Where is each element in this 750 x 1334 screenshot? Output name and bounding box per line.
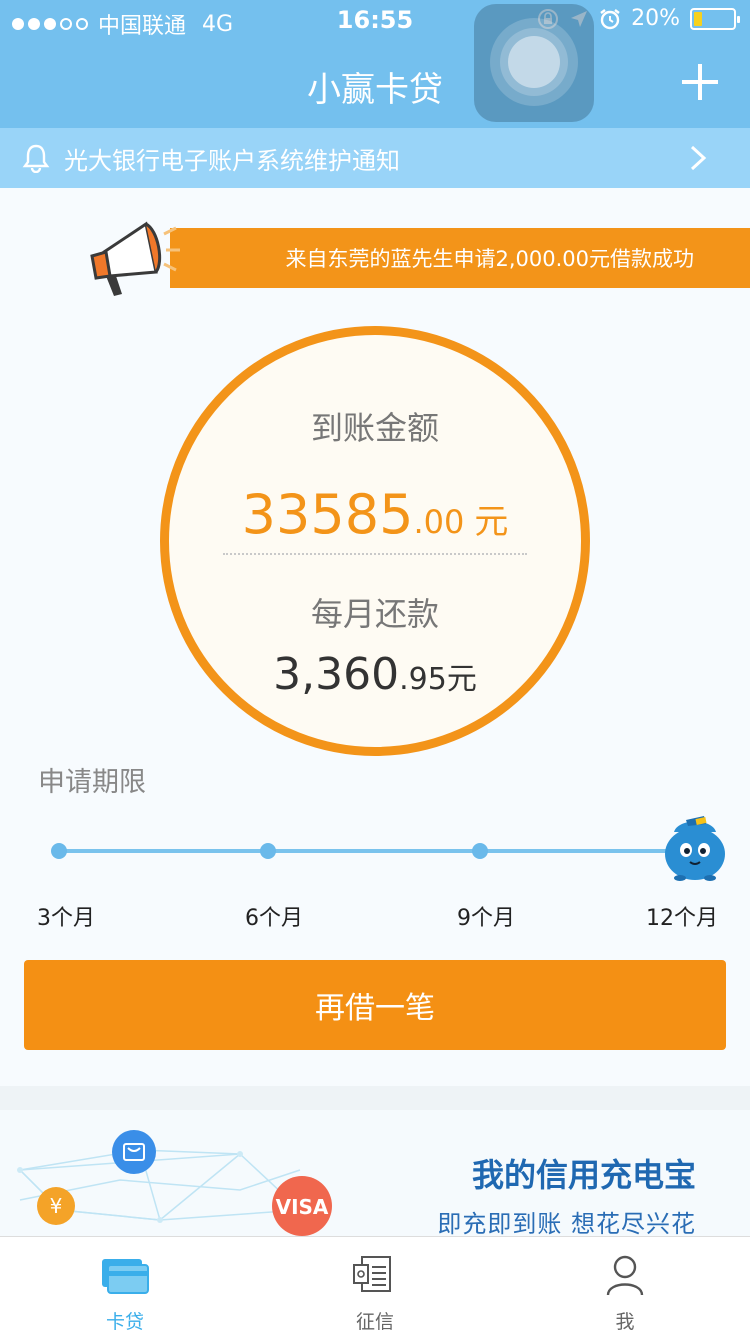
loan-card: 来自东莞的蓝先生申请2,000.00元借款成功 到账金额 33585.00 元 每…: [0, 188, 750, 1086]
assistive-touch-button[interactable]: [474, 4, 594, 122]
term-stop-3[interactable]: [51, 843, 67, 859]
battery-icon: [690, 7, 740, 30]
term-option-label[interactable]: 6个月: [224, 900, 324, 932]
battery-percent: 20%: [631, 6, 680, 31]
svg-text:VISA: VISA: [276, 1195, 329, 1219]
term-option-label[interactable]: 3个月: [16, 900, 116, 932]
tab-card-loan[interactable]: 卡贷: [0, 1237, 250, 1334]
term-label: 申请期限: [38, 767, 146, 798]
term-option-label[interactable]: 9个月: [436, 900, 536, 932]
borrow-again-button[interactable]: 再借一笔: [24, 960, 726, 1050]
promo-banner[interactable]: ¥ VISA 我的信用充电宝 即充即到账 想花尽兴花: [0, 1110, 750, 1238]
term-stop-6[interactable]: [260, 843, 276, 859]
app-header: 中国联通 4G 16:55 20% 小赢卡贷: [0, 0, 750, 128]
alarm-icon: [600, 8, 620, 29]
arrival-amount-unit: 元: [474, 502, 509, 542]
status-bar: 中国联通 4G 16:55 20%: [0, 0, 750, 40]
monthly-repayment: 3,360.95元: [169, 649, 581, 700]
tab-credit-report[interactable]: 征信: [250, 1237, 500, 1334]
person-icon: [606, 1255, 644, 1296]
arrival-amount-decimal: .00: [413, 503, 465, 541]
term-slider-track[interactable]: [58, 849, 694, 853]
visa-card-icon: VISA: [272, 1176, 332, 1236]
monthly-repayment-unit: 元: [446, 662, 477, 697]
notice-bar[interactable]: 光大银行电子账户系统维护通知: [0, 128, 750, 188]
tab-me[interactable]: 我: [500, 1237, 750, 1334]
chevron-right-icon: [690, 145, 707, 171]
term-option-label-selected[interactable]: 12个月: [632, 900, 732, 932]
bell-icon: [22, 144, 50, 173]
promo-subtitle: 即充即到账 想花尽兴花: [437, 1210, 696, 1238]
arrival-amount-label: 到账金额: [310, 409, 439, 447]
megaphone-icon: [90, 221, 180, 296]
page-title: 小赢卡贷: [307, 70, 443, 110]
term-slider-knob-mascot-icon[interactable]: [660, 810, 730, 882]
tab-label: 我: [615, 1311, 635, 1333]
tab-bar: 卡贷 征信 我: [0, 1236, 750, 1334]
amount-divider: [223, 553, 527, 555]
loan-broadcast-banner: 来自东莞的蓝先生申请2,000.00元借款成功: [170, 228, 750, 288]
monthly-repayment-integer: 3,360: [273, 649, 400, 700]
promo-title: 我的信用充电宝: [471, 1156, 696, 1194]
card-icon: [102, 1259, 149, 1294]
monthly-repayment-decimal: .95: [399, 662, 447, 697]
broadcast-text: 来自东莞的蓝先生申请2,000.00元借款成功: [285, 247, 694, 271]
yuan-coin-icon: ¥: [37, 1187, 75, 1225]
svg-text:¥: ¥: [50, 1194, 63, 1218]
tab-label: 征信: [355, 1311, 394, 1333]
loan-amount-circle: 到账金额 33585.00 元 每月还款 3,360.95元: [160, 326, 590, 756]
network-decoration: ¥ VISA: [17, 1130, 332, 1236]
monthly-repayment-label: 每月还款: [310, 595, 439, 633]
arrival-amount: 33585.00 元: [169, 483, 581, 546]
add-button[interactable]: [682, 64, 718, 100]
tab-label: 卡贷: [105, 1311, 144, 1333]
credit-report-icon: [353, 1256, 391, 1292]
shopping-bag-icon: [112, 1130, 156, 1174]
arrival-amount-integer: 33585: [241, 483, 414, 546]
term-stop-9[interactable]: [472, 843, 488, 859]
notice-text: 光大银行电子账户系统维护通知: [64, 146, 400, 175]
